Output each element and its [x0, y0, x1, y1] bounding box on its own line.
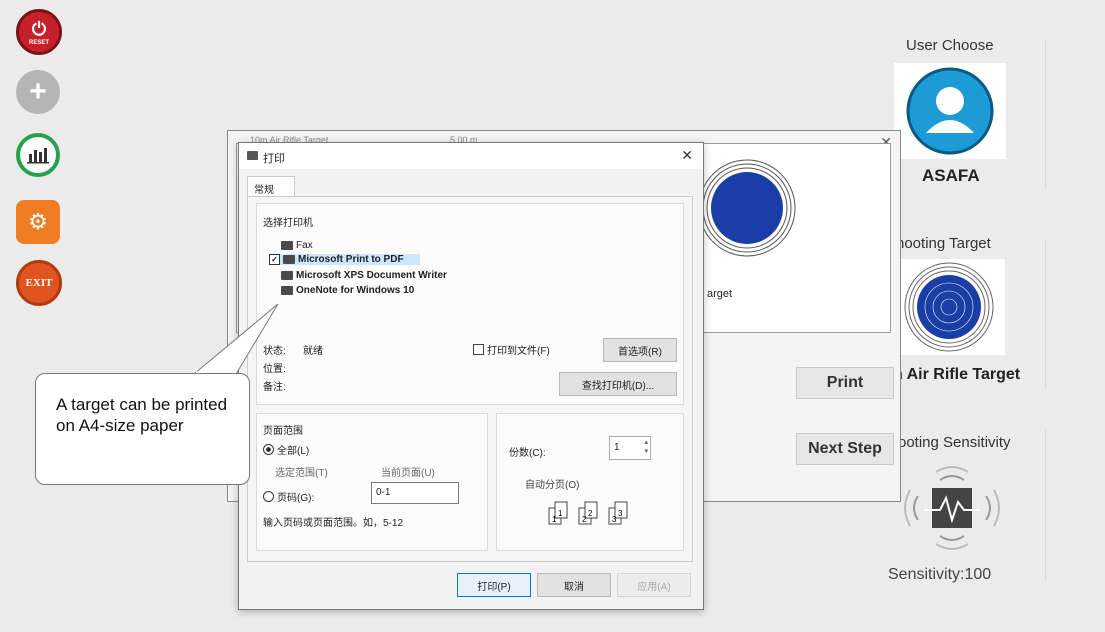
print-dialog-titlebar: 打印 ✕ — [239, 143, 703, 169]
printer-select-group: 选择打印机 Fax ✓ Microsoft Print to PDF Micro… — [256, 203, 684, 405]
current-page-radio-label: 当前页面(U) — [381, 468, 435, 479]
target-caption: arget — [707, 288, 733, 300]
plus-icon: + — [29, 75, 47, 108]
callout-pointer — [192, 303, 279, 375]
checked-checkbox: ✓ — [269, 254, 280, 265]
printer-item-xps[interactable]: Microsoft XPS Document Writer — [281, 270, 447, 281]
status-value: 就绪 — [303, 346, 323, 357]
next-step-button[interactable]: Next Step — [796, 433, 894, 465]
user-choose-label: User Choose — [906, 37, 994, 54]
gear-icon: ⚙ — [28, 209, 48, 234]
print-confirm-button[interactable]: 打印(P) — [457, 573, 531, 597]
printer-item-onenote[interactable]: OneNote for Windows 10 — [281, 285, 414, 296]
svg-text:2: 2 — [588, 509, 593, 518]
statistics-button[interactable] — [16, 133, 60, 177]
user-icon — [906, 67, 994, 155]
svg-text:3: 3 — [612, 515, 617, 524]
radio-selected-icon — [263, 444, 274, 455]
target-select-button[interactable] — [893, 259, 1005, 355]
select-printer-label: 选择打印机 — [263, 218, 313, 229]
collate-label: 自动分页(O) — [525, 480, 580, 491]
right-divider-bottom — [1045, 430, 1046, 580]
fax-icon — [281, 241, 293, 250]
tab-general[interactable]: 常规 — [247, 176, 295, 197]
printer-icon — [283, 255, 295, 264]
printer-icon — [281, 286, 293, 295]
user-avatar-button[interactable] — [894, 63, 1006, 159]
close-icon[interactable]: ✕ — [681, 147, 693, 164]
print-to-file-checkbox[interactable]: 打印到文件(F) — [473, 342, 550, 357]
cancel-button[interactable]: 取消 — [537, 573, 611, 597]
page-range-label: 页面范围 — [263, 426, 303, 437]
target-name: n Air Rifle Target — [893, 366, 1021, 383]
copies-group: 份数(C): 1 ▴ ▾ 自动分页(O) 1 1 2 2 3 3 — [496, 413, 684, 551]
print-button[interactable]: Print — [796, 367, 894, 399]
page-range-group: 页面范围 全部(L) 选定范围(T) 当前页面(U) 页码(G): 0-1 输入… — [256, 413, 488, 551]
pages-radio[interactable]: 页码(G): — [263, 489, 314, 504]
svg-text:2: 2 — [582, 515, 587, 524]
radio-icon — [263, 491, 274, 502]
selection-radio-label: 选定范围(T) — [275, 468, 328, 479]
user-name: ASAFA — [922, 166, 980, 185]
target-preview-icon — [698, 159, 796, 257]
printer-item-fax[interactable]: Fax — [281, 240, 313, 251]
target-icon — [904, 262, 994, 352]
printer-icon — [247, 151, 258, 160]
exit-button[interactable]: EXIT — [16, 260, 62, 306]
reset-button[interactable]: ⏻ RESET — [16, 9, 62, 55]
stepper-arrows-icon: ▴ ▾ — [644, 439, 648, 455]
svg-text:3: 3 — [618, 509, 623, 518]
add-button[interactable]: + — [16, 70, 60, 114]
right-divider-top — [1045, 40, 1046, 190]
bar-chart-icon — [27, 148, 49, 164]
checkbox-icon — [473, 344, 484, 355]
find-printer-button[interactable]: 查找打印机(D)... — [559, 372, 677, 396]
copies-label: 份数(C): — [509, 448, 546, 459]
pages-hint: 输入页码或页面范围。如，5-12 — [263, 518, 404, 529]
apply-button[interactable]: 应用(A) — [617, 573, 691, 597]
power-icon: ⏻ — [31, 18, 47, 39]
exit-label: EXIT — [25, 277, 53, 289]
svg-text:1: 1 — [552, 515, 557, 524]
sensitivity-value: Sensitivity:100 — [888, 566, 992, 583]
vibration-sensor-icon — [904, 466, 1000, 550]
print-dialog-title: 打印 — [263, 153, 285, 165]
sensitivity-button[interactable] — [898, 458, 1006, 558]
printer-item-pdf[interactable]: ✓ Microsoft Print to PDF — [269, 254, 420, 265]
right-divider-mid — [1045, 240, 1046, 390]
svg-text:1: 1 — [558, 509, 563, 518]
preferences-button[interactable]: 首选项(R) — [603, 338, 677, 362]
settings-button[interactable]: ⚙ — [16, 200, 60, 244]
pages-input[interactable]: 0-1 — [371, 482, 459, 504]
sensitivity-label: ooting Sensitivity — [898, 434, 1011, 451]
general-panel: 选择打印机 Fax ✓ Microsoft Print to PDF Micro… — [247, 196, 693, 562]
shooting-target-label: hooting Target — [896, 235, 991, 252]
all-pages-radio[interactable]: 全部(L) — [263, 442, 309, 457]
copies-stepper[interactable]: 1 ▴ ▾ — [609, 436, 651, 460]
printer-icon — [281, 271, 293, 280]
collate-pages-icon: 1 1 2 2 3 3 — [548, 501, 628, 525]
comment-label: 备注: — [263, 382, 286, 393]
callout-text: A target can be printed on A4-size paper — [56, 395, 228, 435]
reset-label: RESET — [28, 40, 49, 46]
print-dialog: 打印 ✕ 常规 选择打印机 Fax ✓ Microsoft Print to P… — [238, 142, 704, 610]
